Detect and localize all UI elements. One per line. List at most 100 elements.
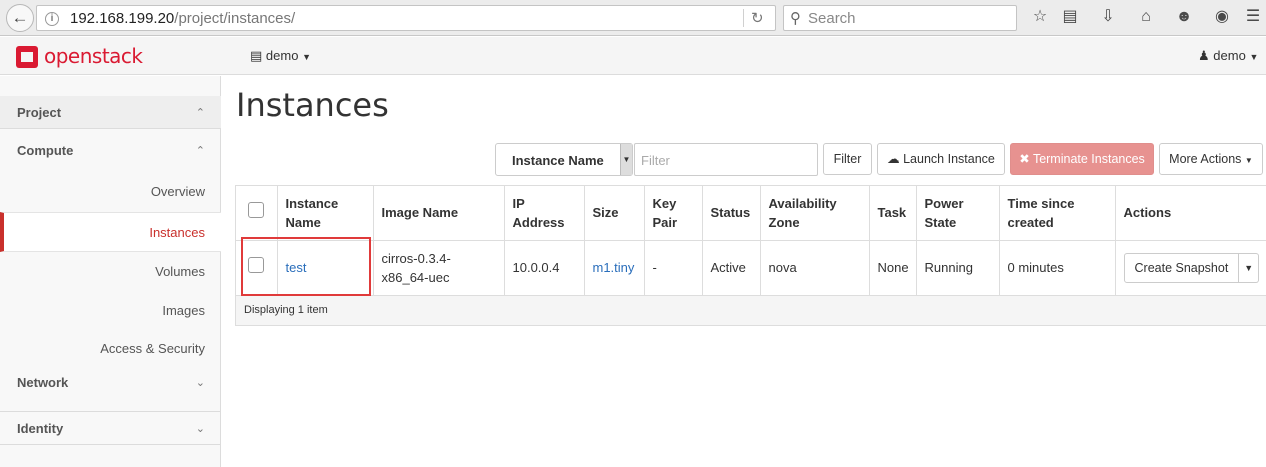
back-arrow-icon[interactable]: ← xyxy=(6,4,34,32)
select-all-checkbox[interactable] xyxy=(248,202,265,219)
user-icon: ♟ xyxy=(1198,48,1210,63)
sidebar-section-project[interactable]: Project ⌃ xyxy=(0,96,221,128)
top-navbar: openstack ▤ demo ▼ ♟ demo ▼ xyxy=(0,37,1266,75)
url-divider xyxy=(743,9,744,27)
logo-text[interactable]: openstack xyxy=(44,44,143,68)
header-task[interactable]: Task xyxy=(869,186,917,241)
address-bar[interactable]: i 192.168.199.20/project/instances/ ↻ xyxy=(36,5,776,31)
section-label: Compute xyxy=(17,143,74,158)
cell-power-state: Running xyxy=(916,240,1000,296)
header-key-pair[interactable]: Key Pair xyxy=(644,186,703,241)
project-name: demo xyxy=(265,48,299,63)
header-instance-name[interactable]: Instance Name xyxy=(277,186,374,241)
header-time-since-created[interactable]: Time since created xyxy=(999,186,1116,241)
url-text[interactable]: 192.168.199.20/project/instances/ xyxy=(70,10,295,27)
header-status[interactable]: Status xyxy=(702,186,761,241)
divider xyxy=(0,444,221,445)
sidebar-item-images[interactable]: Images xyxy=(0,303,221,318)
header-text: Power xyxy=(924,195,964,211)
caret-down-icon: ▼ xyxy=(1244,156,1253,165)
create-snapshot-button[interactable]: Create Snapshot xyxy=(1123,252,1240,283)
sidebar-item-access-security[interactable]: Access & Security xyxy=(0,341,221,356)
flavor-link[interactable]: m1.tiny xyxy=(593,260,635,275)
more-actions-label: More Actions xyxy=(1169,152,1242,166)
search-placeholder: Search xyxy=(808,10,856,27)
header-text: Address xyxy=(512,214,565,230)
cell-status: Active xyxy=(702,240,761,296)
sidebar-item-overview[interactable]: Overview xyxy=(0,184,221,199)
header-text: Key xyxy=(652,195,677,211)
chat-icon[interactable]: ☻ xyxy=(1174,7,1194,27)
image-name-part: x86_64-uec xyxy=(381,269,450,285)
launch-label: Launch Instance xyxy=(903,152,995,166)
pocket-icon[interactable]: ◉ xyxy=(1212,7,1232,27)
chevron-down-icon: ▼ xyxy=(1249,52,1259,62)
row-actions-dropdown-icon[interactable]: ▼ xyxy=(1239,252,1259,283)
chevron-down-icon: ▼ xyxy=(302,52,311,62)
user-menu[interactable]: ♟ demo ▼ xyxy=(1198,48,1258,64)
openstack-logo-icon[interactable] xyxy=(16,46,38,68)
header-text: created xyxy=(1007,214,1054,230)
sidebar-section-identity[interactable]: Identity ⌄ xyxy=(0,421,221,436)
filter-field-select[interactable]: Instance Name ▼ xyxy=(495,143,633,176)
divider xyxy=(0,128,221,129)
header-select-all[interactable] xyxy=(236,186,278,241)
more-actions-button[interactable]: More Actions ▼ xyxy=(1159,143,1263,175)
section-label: Identity xyxy=(17,421,64,436)
sidebar-section-compute[interactable]: Compute ⌃ xyxy=(0,143,221,158)
filter-input[interactable]: Filter xyxy=(634,143,818,176)
chevron-down-icon: ⌄ xyxy=(195,423,205,435)
sidebar: Project ⌃ Compute ⌃ Overview Instances V… xyxy=(0,76,221,467)
project-icon: ▤ xyxy=(250,48,263,63)
sidebar-item-volumes[interactable]: Volumes xyxy=(0,264,221,279)
user-name: demo xyxy=(1213,48,1246,63)
instances-table: Instance Name Image Name IP Address Size K… xyxy=(235,185,1266,326)
cell-size: m1.tiny xyxy=(584,240,645,296)
table-row: test cirros-0.3.4- x86_64-uec 10.0.0.4 m1… xyxy=(236,240,1266,296)
cell-availability-zone: nova xyxy=(760,240,870,296)
filter-button[interactable]: Filter xyxy=(823,143,872,175)
project-selector[interactable]: ▤ demo ▼ xyxy=(250,48,311,64)
header-availability-zone[interactable]: Availability Zone xyxy=(760,186,870,241)
chevron-down-icon: ⌄ xyxy=(195,377,205,389)
header-power-state[interactable]: Power State xyxy=(916,186,1000,241)
url-host: 192.168.199.20 xyxy=(70,10,175,27)
header-text: IP xyxy=(512,195,525,211)
divider xyxy=(0,411,221,412)
info-icon[interactable]: i xyxy=(45,12,59,26)
table-header-row: Instance Name Image Name IP Address Size K… xyxy=(236,186,1266,241)
row-actions-group: Create Snapshot ▼ xyxy=(1123,252,1259,283)
header-size[interactable]: Size xyxy=(584,186,645,241)
cell-ip-address: 10.0.0.4 xyxy=(504,240,585,296)
section-label: Project xyxy=(17,105,62,120)
filter-field-value: Instance Name xyxy=(512,153,604,168)
header-text: Time since xyxy=(1007,195,1075,211)
sidebar-item-instances[interactable]: Instances xyxy=(0,212,221,252)
star-bookmark-icon[interactable]: ☆ xyxy=(1030,7,1050,27)
sidebar-section-network[interactable]: Network ⌄ xyxy=(0,375,221,390)
reload-icon[interactable]: ↻ xyxy=(751,9,764,27)
home-icon[interactable]: ⌂ xyxy=(1136,7,1156,27)
header-text: Instance xyxy=(285,195,339,211)
launch-instance-button[interactable]: ☁ Launch Instance xyxy=(877,143,1005,175)
chevron-up-icon: ⌃ xyxy=(195,107,205,119)
cell-task: None xyxy=(869,240,917,296)
browser-toolbar: ← i 192.168.199.20/project/instances/ ↻ … xyxy=(0,0,1266,36)
header-ip-address[interactable]: IP Address xyxy=(504,186,585,241)
menu-icon[interactable]: ☰ xyxy=(1243,7,1263,27)
terminate-instances-button[interactable]: ✖ Terminate Instances xyxy=(1010,143,1154,175)
caret-down-icon: ▼ xyxy=(620,144,632,175)
download-icon[interactable]: ⇩ xyxy=(1098,7,1118,27)
header-actions: Actions xyxy=(1115,186,1266,241)
terminate-label: Terminate Instances xyxy=(1032,152,1145,166)
reading-list-icon[interactable]: ▤ xyxy=(1060,7,1080,27)
section-label: Network xyxy=(17,375,69,390)
browser-search-input[interactable]: ⚲ Search xyxy=(783,5,1017,31)
cell-time-since-created: 0 minutes xyxy=(999,240,1116,296)
header-image-name[interactable]: Image Name xyxy=(373,186,505,241)
header-text: Name xyxy=(285,214,321,230)
chevron-up-icon: ⌃ xyxy=(195,145,205,157)
cell-key-pair: - xyxy=(644,240,703,296)
cell-image-name: cirros-0.3.4- x86_64-uec xyxy=(373,240,505,296)
cloud-upload-icon: ☁ xyxy=(887,152,900,166)
